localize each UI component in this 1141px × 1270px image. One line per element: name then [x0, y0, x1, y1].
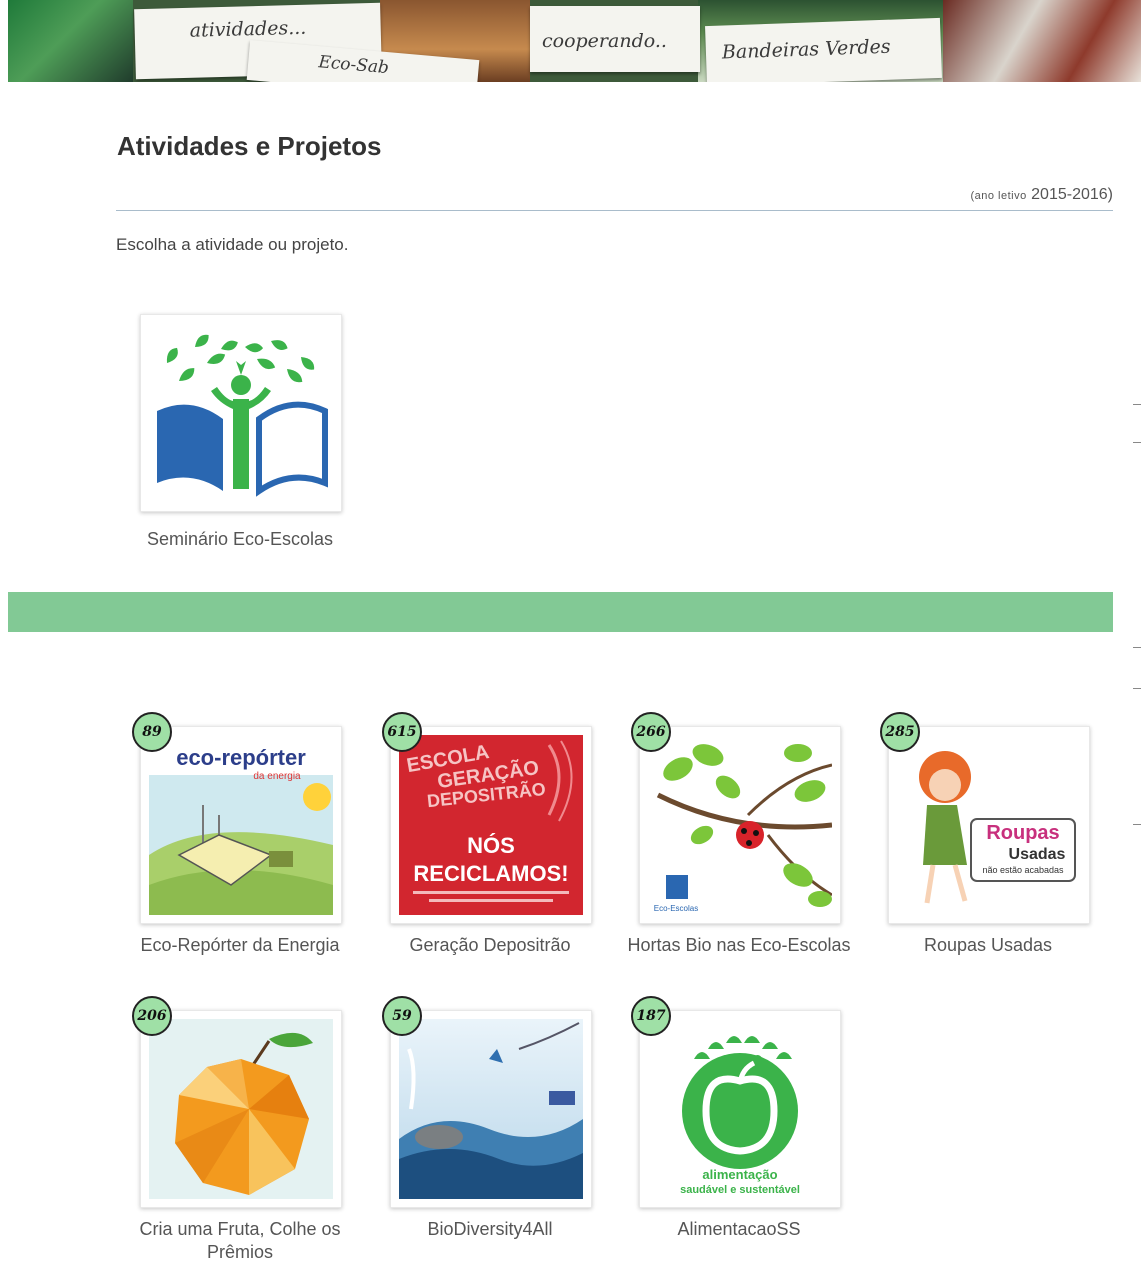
featured-thumbnail[interactable] [140, 314, 342, 512]
activity-count-badge: 187 [631, 996, 671, 1036]
biodiversity-nature-icon [399, 1019, 583, 1199]
logo-text: Eco-Escolas [654, 904, 698, 913]
activity-count-badge: 266 [631, 712, 671, 752]
banner-card-text: cooperando.. [542, 30, 667, 52]
roupas-usadas-icon: Roupas Usadas não estão acabadas [897, 735, 1081, 915]
hortas-bio-ladybug-icon: Eco-Escolas [648, 735, 832, 915]
activity-count-badge: 285 [880, 712, 920, 752]
logo-subtext: da energia [253, 771, 301, 782]
banner-card: Bandeiras Verdes [705, 17, 942, 82]
activity-thumbnail[interactable]: ESCOLA GERAÇÃO DEPOSITRÃO NÓS RECICLAMOS… [390, 726, 592, 924]
banner-card-text: Bandeiras Verdes [721, 35, 891, 64]
activity-label[interactable]: Hortas Bio nas Eco-Escolas [619, 934, 859, 957]
edge-tick [1133, 824, 1141, 825]
slogan-line: RECICLAMOS! [413, 861, 568, 886]
logo-line: saudável e sustentável [680, 1184, 800, 1196]
activity-thumbnail[interactable]: Eco-Escolas [639, 726, 841, 924]
header-banner: atividades... Eco-Sab cooperando.. Bande… [8, 0, 1141, 82]
featured-label[interactable]: Seminário Eco-Escolas [120, 528, 360, 551]
edge-tick [1133, 442, 1141, 443]
banner-card-text: atividades... [189, 16, 307, 42]
activity-count-badge: 89 [132, 712, 172, 752]
banner-photo [943, 0, 1141, 82]
banner-card: cooperando.. [530, 6, 700, 72]
alimentacao-apple-icon: alimentação saudável e sustentável [648, 1019, 832, 1199]
banner-photo [8, 0, 133, 82]
school-year-range: 2015-2016) [1031, 186, 1113, 203]
activity-count-badge: 59 [382, 996, 422, 1036]
title-divider [116, 210, 1113, 211]
activity-thumbnail[interactable] [140, 1010, 342, 1208]
geracao-depositrao-icon: ESCOLA GERAÇÃO DEPOSITRÃO NÓS RECICLAMOS… [399, 735, 583, 915]
school-year-prefix: (ano letivo [970, 190, 1027, 202]
page-title: Atividades e Projetos [117, 131, 382, 161]
edge-tick [1133, 404, 1141, 405]
orange-fruit-icon [149, 1019, 333, 1199]
activity-label[interactable]: Roupas Usadas [868, 934, 1108, 957]
logo-text: Roupas [986, 822, 1059, 844]
activity-thumbnail[interactable] [390, 1010, 592, 1208]
edge-tick [1133, 688, 1141, 689]
logo-subtext: não estão acabadas [982, 865, 1064, 875]
banner-card-text: Eco-Sab [317, 52, 390, 79]
school-year: (ano letivo 2015-2016) [116, 186, 1113, 204]
activity-label[interactable]: AlimentacaoSS [619, 1218, 859, 1241]
activity-thumbnail[interactable]: Roupas Usadas não estão acabadas [888, 726, 1090, 924]
activity-label[interactable]: Eco-Repórter da Energia [120, 934, 360, 957]
activity-label[interactable]: BioDiversity4All [370, 1218, 610, 1241]
logo-text: eco-repórter [176, 745, 306, 770]
activity-thumbnail[interactable]: alimentação saudável e sustentável [639, 1010, 841, 1208]
logo-line: alimentação [702, 1167, 777, 1182]
activity-count-badge: 615 [382, 712, 422, 752]
activity-label[interactable]: Geração Depositrão [370, 934, 610, 957]
eco-reporter-energy-icon: eco-repórter da energia [149, 735, 333, 915]
logo-word: Usadas [1009, 846, 1066, 863]
activity-label[interactable]: Cria uma Fruta, Colhe os Prêmios [120, 1218, 360, 1264]
slogan-line: NÓS [467, 833, 515, 858]
activity-thumbnail[interactable]: eco-repórter da energia [140, 726, 342, 924]
section-divider-band [8, 592, 1113, 632]
intro-text: Escolha a atividade ou projeto. [116, 235, 349, 254]
eco-escolas-logo-icon [157, 334, 328, 497]
activity-count-badge: 206 [132, 996, 172, 1036]
edge-tick [1133, 647, 1141, 648]
